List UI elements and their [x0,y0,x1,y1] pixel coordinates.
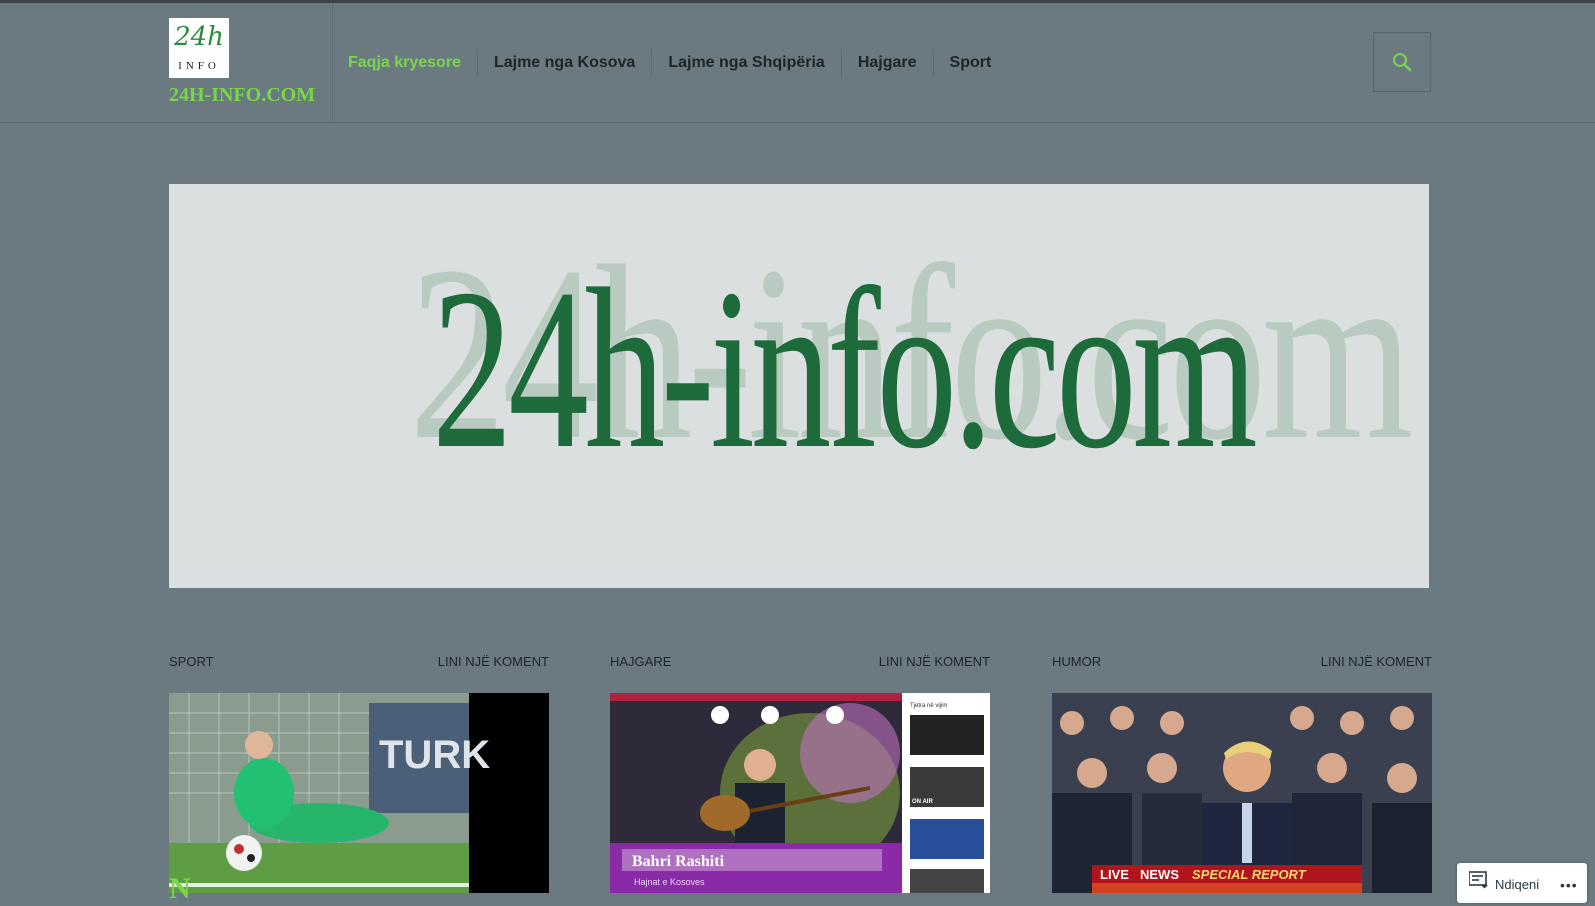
thumb-live: LIVE [1100,867,1129,882]
follow-widget[interactable]: Ndiqeni ••• [1457,863,1587,903]
site-logo[interactable]: 24h INFO [169,18,229,78]
nav-item-home[interactable]: Faqja kryesore [332,49,478,77]
site-branding[interactable]: 24h INFO 24H-INFO.COM [169,18,333,122]
music-video-image: Bahri Rashiti Hajnat e Kosoves Tjetra në… [610,693,990,893]
follow-label[interactable]: Ndiqeni [1495,877,1539,892]
thumb-onair: ON AIR [912,799,933,805]
post-comment-link[interactable]: LINI NJË KOMENT [879,654,990,669]
post-thumbnail[interactable]: Bahri Rashiti Hajnat e Kosoves Tjetra në… [610,693,990,893]
header-banner[interactable]: 24h-info.com 24h-info.com [169,184,1429,588]
thumb-subcaption: Hajnat e Kosoves [634,877,705,887]
post-title[interactable]: N [169,872,191,906]
post-thumbnail[interactable]: LIVE NEWS SPECIAL REPORT [1052,693,1432,893]
post-category[interactable]: HUMOR [1052,654,1101,669]
site-title[interactable]: 24H-INFO.COM [169,84,315,107]
press-conference-image: LIVE NEWS SPECIAL REPORT [1052,693,1432,893]
more-options-icon[interactable]: ••• [1560,877,1578,893]
post-meta: HAJGARE LINI NJË KOMENT [610,654,990,674]
post-category[interactable]: SPORT [169,654,214,669]
reader-icon [1469,871,1488,889]
post-meta: HUMOR LINI NJË KOMENT [1052,654,1432,674]
nav-item-hajgare[interactable]: Hajgare [842,49,934,77]
post-thumbnail[interactable]: TURK [169,693,549,893]
banner-text: 24h-info.com [432,241,1258,496]
logo-24h-text: 24h [174,22,224,52]
post-comment-link[interactable]: LINI NJË KOMENT [438,654,549,669]
search-button[interactable] [1373,32,1431,92]
thumb-caption: Bahri Rashiti [632,853,725,870]
post-category[interactable]: HAJGARE [610,654,671,669]
goalkeeper-image: TURK [169,693,549,893]
thumb-special: SPECIAL REPORT [1192,867,1307,882]
logo-info-text: INFO [178,60,220,72]
nav-item-shqiperia[interactable]: Lajme nga Shqipëria [652,49,842,77]
main-navigation: Faqja kryesore Lajme nga Kosova Lajme ng… [332,48,1007,78]
nav-item-sport[interactable]: Sport [934,49,1008,77]
svg-text:TURK: TURK [379,733,490,777]
thumb-news: NEWS [1140,867,1179,882]
nav-item-kosova[interactable]: Lajme nga Kosova [478,49,653,77]
post-meta: SPORT LINI NJË KOMENT [169,654,549,674]
post-comment-link[interactable]: LINI NJË KOMENT [1321,654,1432,669]
thumb-next-label: Tjetra në vijim [910,703,947,709]
search-icon [1393,53,1412,72]
